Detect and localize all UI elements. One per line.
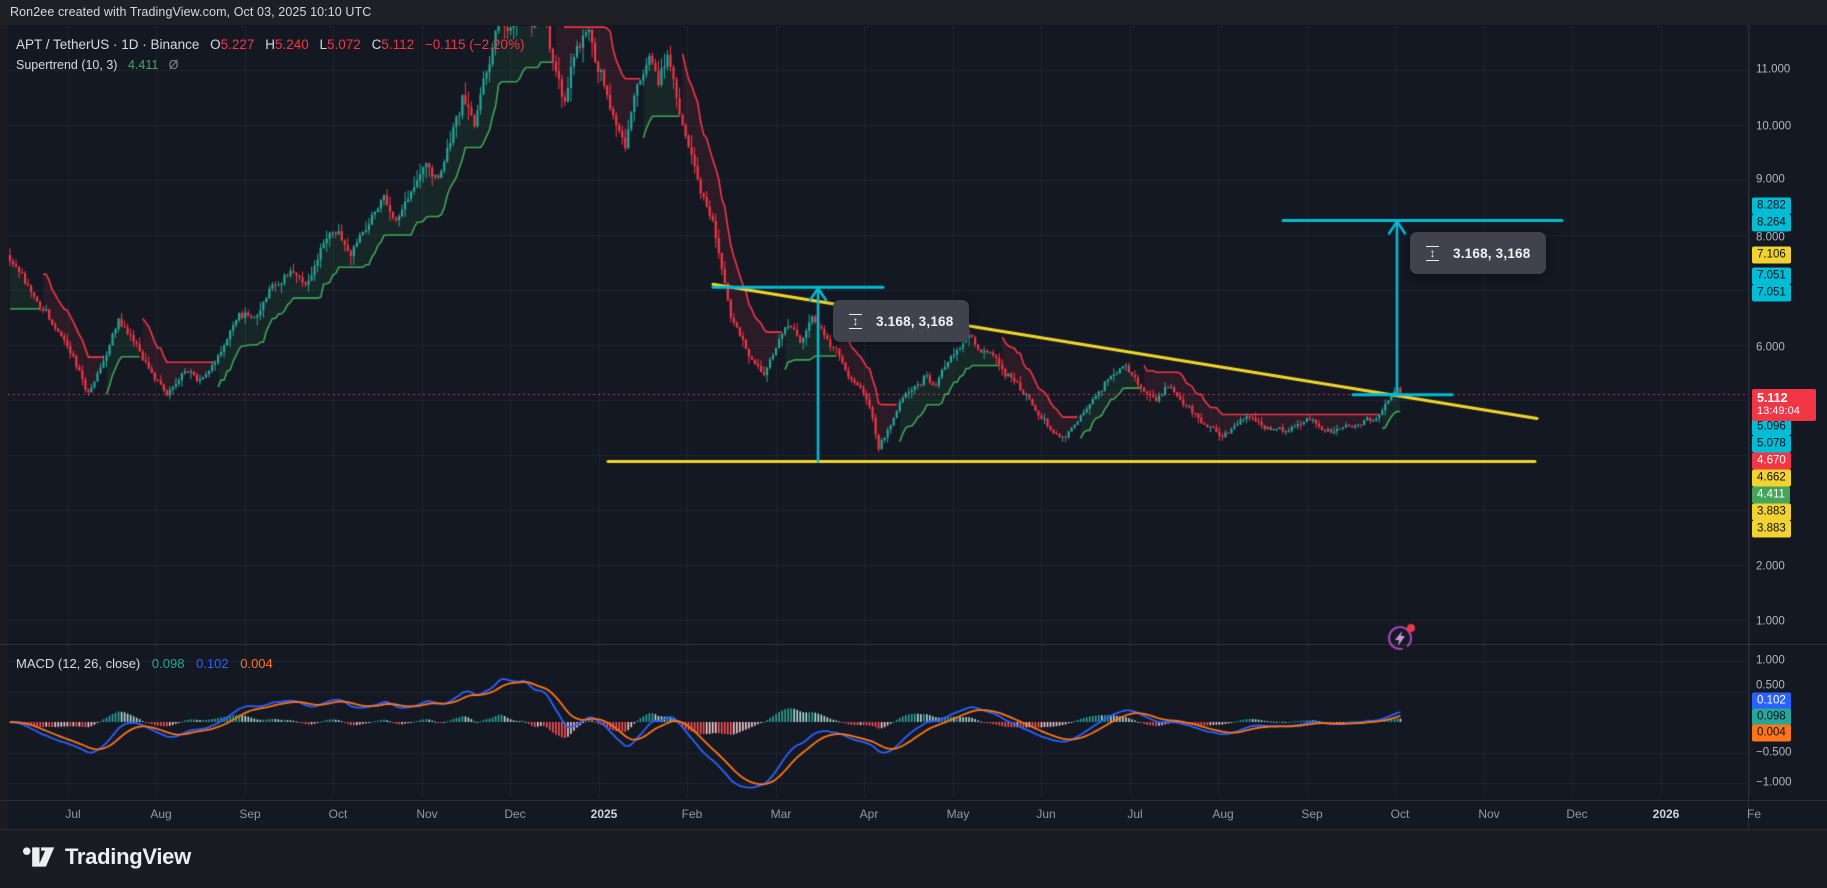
low-value: 5.072 <box>327 37 361 52</box>
price-scale-label: 8.000 <box>1752 230 1789 247</box>
high-value: 5.240 <box>275 37 309 52</box>
close-value: 5.112 <box>381 37 414 52</box>
measure-tooltip: ↕ 3.168, 3,168 <box>1410 232 1546 274</box>
measure-tooltip: ↕ 3.168, 3,168 <box>833 300 969 342</box>
price-scale-label: 5.078 <box>1752 436 1791 453</box>
open-label: O <box>210 37 221 52</box>
price-scale-label: 7.106 <box>1752 247 1791 264</box>
chart-area[interactable] <box>0 25 1827 830</box>
time-axis-label[interactable]: Oct <box>1391 807 1410 821</box>
macd-legend[interactable]: MACD (12, 26, close) 0.098 0.102 0.004 <box>16 656 273 671</box>
macd-scale-label: 0.004 <box>1752 725 1791 742</box>
macd-signal-value: 0.004 <box>240 656 273 671</box>
time-axis-label[interactable]: Sep <box>239 807 260 821</box>
time-axis-label[interactable]: Dec <box>1566 807 1587 821</box>
time-axis-label[interactable]: Oct <box>329 807 348 821</box>
macd-hist-value: 0.098 <box>152 656 185 671</box>
macd-scale-label: −1.000 <box>1752 775 1796 792</box>
high-label: H <box>265 37 275 52</box>
price-scale-label: 3.883 <box>1752 504 1791 521</box>
macd-line-value: 0.102 <box>196 656 229 671</box>
macd-scale-label: 1.000 <box>1752 653 1789 670</box>
price-scale-label: 1.000 <box>1752 614 1789 631</box>
bar-countdown: 13:49:04 <box>1757 405 1811 418</box>
measure-icon: ↕ <box>1426 246 1439 261</box>
measure-value: 3.168, 3,168 <box>1453 246 1530 261</box>
macd-scale-label: 0.102 <box>1752 693 1791 710</box>
measure-icon: ↕ <box>849 314 862 329</box>
left-margin <box>0 25 8 830</box>
time-axis-label[interactable]: Fe <box>1747 807 1761 821</box>
time-axis-label[interactable]: Mar <box>771 807 792 821</box>
price-scale-label: 6.000 <box>1752 340 1789 357</box>
time-axis-label[interactable]: Apr <box>860 807 879 821</box>
footer: TradingView <box>0 830 1827 888</box>
tradingview-logo-icon <box>20 842 56 872</box>
price-scale-label: 10.000 <box>1752 119 1795 136</box>
indicator-name[interactable]: Supertrend (10, 3) <box>16 58 117 72</box>
tradingview-screenshot: Ron2ee created with TradingView.com, Oct… <box>0 0 1827 888</box>
time-axis-label[interactable]: Jul <box>65 807 80 821</box>
attribution-bar: Ron2ee created with TradingView.com, Oct… <box>0 0 1827 25</box>
time-axis-label[interactable]: Feb <box>682 807 703 821</box>
price-scale-label: 7.051 <box>1752 268 1791 285</box>
price-scale-label: 8.282 <box>1752 198 1791 215</box>
time-axis-border <box>0 800 1827 801</box>
macd-scale-label: 0.098 <box>1752 709 1791 726</box>
open-value: 5.227 <box>221 37 255 52</box>
current-price-value: 5.112 <box>1757 391 1811 405</box>
symbol-legend[interactable]: APT / TetherUS · 1D · Binance O5.227 H5.… <box>16 34 524 76</box>
time-axis-label[interactable]: Aug <box>1212 807 1233 821</box>
time-axis-label[interactable]: 2026 <box>1653 807 1680 821</box>
price-scale-label: 3.883 <box>1752 521 1791 538</box>
symbol-title[interactable]: APT / TetherUS · 1D · Binance <box>16 37 199 52</box>
low-label: L <box>320 37 328 52</box>
time-axis-label[interactable]: Dec <box>504 807 525 821</box>
attribution-text: Ron2ee created with TradingView.com, Oct… <box>10 5 371 19</box>
time-axis-label[interactable]: Jul <box>1127 807 1142 821</box>
price-scale-label: 5.096 <box>1752 419 1791 436</box>
measure-value: 3.168, 3,168 <box>876 314 953 329</box>
chart-canvas[interactable] <box>0 25 1827 830</box>
price-scale-label: 7.051 <box>1752 285 1791 302</box>
price-scale-label: 4.411 <box>1752 487 1790 504</box>
indicator-row[interactable]: Supertrend (10, 3) 4.411 Ø <box>16 55 524 76</box>
symbol-row[interactable]: APT / TetherUS · 1D · Binance O5.227 H5.… <box>16 34 524 55</box>
time-axis-label[interactable]: May <box>947 807 970 821</box>
price-scale-label: 4.662 <box>1752 470 1791 487</box>
indicator-extra: Ø <box>169 58 179 72</box>
tradingview-brand[interactable]: TradingView <box>20 842 191 872</box>
pane-separator[interactable] <box>0 644 1827 645</box>
time-axis-label[interactable]: Aug <box>150 807 171 821</box>
price-scale-label: 2.000 <box>1752 559 1789 576</box>
price-scale-label: 4.670 <box>1752 453 1791 470</box>
time-axis-label[interactable]: Nov <box>1478 807 1499 821</box>
price-axis-border <box>1748 25 1749 830</box>
time-axis-label[interactable]: Sep <box>1301 807 1322 821</box>
indicator-value: 4.411 <box>128 58 158 72</box>
macd-name[interactable]: MACD (12, 26, close) <box>16 656 140 671</box>
change-value: −0.115 (−2.20%) <box>425 37 525 52</box>
current-price-label: 5.112 13:49:04 <box>1752 389 1816 421</box>
tradingview-brand-name: TradingView <box>65 844 191 870</box>
price-scale-label: 9.000 <box>1752 172 1789 189</box>
macd-scale-label: −0.500 <box>1752 745 1796 762</box>
time-axis-label[interactable]: Nov <box>416 807 437 821</box>
time-axis-label[interactable]: Jun <box>1036 807 1055 821</box>
price-scale-label: 11.000 <box>1752 62 1794 79</box>
close-label: C <box>372 37 382 52</box>
time-axis-label[interactable]: 2025 <box>591 807 618 821</box>
